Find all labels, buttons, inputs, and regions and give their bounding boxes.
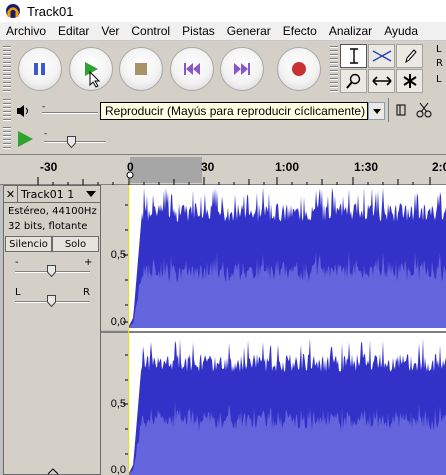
menu-editar[interactable]: Editar: [52, 24, 95, 38]
track-format: Estéreo, 44100Hz: [8, 206, 97, 217]
scissors-icon[interactable]: [416, 102, 432, 118]
envelope-icon: [372, 50, 391, 62]
ruler-label: 30: [201, 160, 215, 174]
window-title: Track01: [27, 3, 74, 19]
track-close-button[interactable]: ✕: [4, 186, 18, 202]
meter-left-label: L: [436, 44, 442, 55]
play-tooltip: Reproducir (Mayús para reproducir cíclic…: [100, 102, 368, 120]
waveform-channel-2[interactable]: [128, 333, 446, 475]
waveform-channel-1-svg: [128, 185, 446, 331]
speed-slider-thumb[interactable]: [67, 136, 76, 148]
menu-efecto[interactable]: Efecto: [277, 24, 323, 38]
zoom-tool[interactable]: [340, 69, 367, 93]
skip-to-start-icon: [184, 63, 200, 75]
scale-ticks: [123, 354, 128, 455]
mouse-cursor-icon: [89, 71, 101, 88]
draw-tool[interactable]: [396, 44, 423, 68]
gain-plus-label: +: [84, 257, 93, 268]
stop-icon: [135, 63, 147, 75]
ruler-ticks: [37, 177, 431, 185]
toolbar-dropdown[interactable]: [368, 102, 385, 120]
title-bar: Track01: [0, 0, 446, 22]
toolbar-grip[interactable]: [3, 45, 11, 93]
menu-ayuda[interactable]: Ayuda: [378, 24, 424, 38]
magnifier-icon: [345, 73, 360, 89]
speed-minus: -: [44, 129, 48, 139]
track-panel: ✕ Track01 1 Estéreo, 44100Hz 32 bits, fl…: [0, 185, 446, 475]
track-name[interactable]: Track01 1: [18, 188, 86, 201]
selection-tool[interactable]: [340, 44, 367, 68]
pan-right-label: R: [83, 287, 90, 298]
mute-button[interactable]: Silencio: [5, 236, 52, 252]
play-head-marker-icon[interactable]: [126, 171, 134, 179]
tools-toolbar: [340, 44, 425, 94]
menu-control[interactable]: Control: [125, 24, 176, 38]
track-control-panel: ✕ Track01 1 Estéreo, 44100Hz 32 bits, fl…: [3, 185, 101, 475]
menu-pistas[interactable]: Pistas: [176, 24, 221, 38]
toolbar-area: L R L - -: [0, 41, 446, 154]
menu-generar[interactable]: Generar: [221, 24, 277, 38]
play-at-speed-icon[interactable]: [16, 130, 34, 148]
ruler-label: -30: [40, 160, 58, 174]
mixer-grip[interactable]: [3, 98, 11, 122]
channel-1-scale: 0,5 0,0: [101, 185, 128, 330]
edit-cursor: [128, 185, 129, 475]
track-menu-chevron-icon[interactable]: [86, 191, 96, 197]
meter-left-label-2: L: [436, 74, 442, 85]
collapse-track-icon[interactable]: [47, 467, 59, 475]
timeline-ruler[interactable]: -30 0 30 1:00 1:30 2:0: [0, 154, 446, 185]
close-icon: ✕: [5, 187, 16, 201]
track-buttons: Silencio Solo: [5, 236, 99, 252]
scale-ticks: [123, 204, 128, 323]
menu-bar: Archivo Editar Ver Control Pistas Genera…: [0, 22, 446, 41]
edit-toolbar: [388, 98, 446, 122]
time-shift-tool[interactable]: [368, 69, 395, 93]
audacity-logo-icon: [6, 4, 20, 18]
track-header: ✕ Track01 1: [4, 186, 100, 203]
pan-slider-thumb[interactable]: [47, 295, 56, 307]
envelope-tool[interactable]: [368, 44, 395, 68]
ruler-label: 1:30: [354, 160, 379, 174]
playback-volume-minus: -: [42, 102, 46, 112]
chevron-down-icon: [372, 108, 381, 114]
double-arrow-icon: [371, 76, 392, 86]
pan-left-label: L: [15, 287, 21, 298]
waveform-channel-1[interactable]: [128, 185, 446, 331]
skip-to-end-icon: [234, 63, 250, 75]
solo-button[interactable]: Solo: [52, 236, 99, 252]
ruler-label: 1:00: [275, 160, 300, 174]
tools-grip[interactable]: [330, 45, 338, 93]
asterisk-icon: [402, 74, 417, 88]
mic-level-icon: [396, 104, 406, 116]
track-depth: 32 bits, flotante: [8, 221, 88, 232]
meter-right-label: R: [436, 58, 443, 69]
record-icon: [292, 62, 306, 76]
pencil-icon: [404, 49, 417, 64]
waveform-channel-2-svg: [128, 333, 446, 475]
transcription-grip[interactable]: [3, 126, 11, 150]
record-button[interactable]: [277, 47, 321, 91]
skip-to-start-button[interactable]: [170, 47, 214, 91]
menu-archivo[interactable]: Archivo: [0, 24, 52, 38]
gain-minus-label: -: [15, 257, 19, 268]
ruler-label: 2:0: [432, 160, 446, 174]
speaker-icon: [17, 105, 28, 117]
playback-volume-track: [42, 112, 98, 114]
menu-ver[interactable]: Ver: [95, 24, 125, 38]
stop-button[interactable]: [119, 47, 163, 91]
gain-slider-thumb[interactable]: [47, 265, 56, 277]
i-beam-icon: [349, 48, 358, 64]
pause-button[interactable]: [18, 47, 62, 91]
channel-2-scale: 0,5 0,0: [101, 333, 128, 475]
pause-icon: [34, 63, 45, 75]
skip-to-end-button[interactable]: [220, 47, 264, 91]
menu-analizar[interactable]: Analizar: [323, 24, 378, 38]
multi-tool[interactable]: [396, 69, 423, 93]
